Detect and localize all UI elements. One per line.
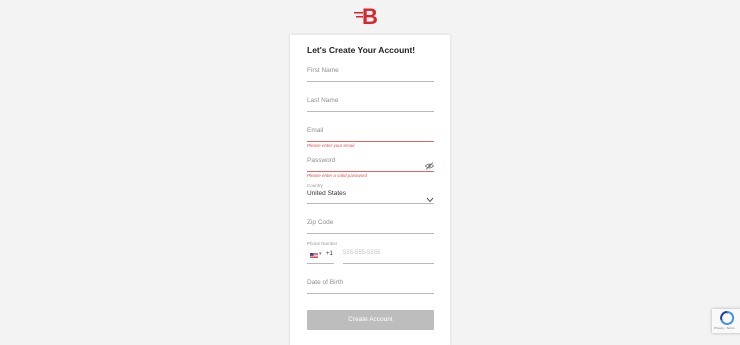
us-flag-icon <box>310 253 318 258</box>
first-name-placeholder: First Name <box>307 67 339 74</box>
phone-placeholder: 555-555-5555 <box>343 250 381 256</box>
zip-code-field[interactable]: Zip Code <box>307 216 434 234</box>
date-of-birth-placeholder: Date of Birth <box>307 279 344 286</box>
dial-code: +1 <box>326 251 333 257</box>
email-error: Please enter your email <box>307 143 355 148</box>
form-title: Let's Create Your Account! <box>307 45 416 55</box>
chevron-down-icon <box>426 190 434 203</box>
first-name-field[interactable]: First Name <box>307 64 434 82</box>
recaptcha-icon <box>720 311 735 325</box>
recaptcha-terms: Privacy - Terms <box>714 326 735 330</box>
phone-number-field[interactable]: 555-555-5555 <box>343 247 434 264</box>
email-field[interactable]: Email <box>307 124 434 142</box>
logo-letter: B <box>362 4 378 27</box>
recaptcha-badge[interactable]: Privacy - Terms <box>712 309 740 333</box>
date-of-birth-field[interactable]: Date of Birth <box>307 276 434 294</box>
signup-card: Let's Create Your Account! First Name La… <box>290 35 450 345</box>
caret-down-icon: ▾ <box>319 251 322 257</box>
country-select[interactable]: United States <box>307 186 434 204</box>
last-name-field[interactable]: Last Name <box>307 94 434 112</box>
password-placeholder: Password <box>307 157 336 164</box>
create-account-button[interactable]: Create Account <box>307 310 434 330</box>
password-field[interactable]: Password <box>307 154 435 172</box>
email-placeholder: Email <box>307 127 324 134</box>
eye-off-icon[interactable] <box>424 157 435 170</box>
country-value: United States <box>307 190 347 197</box>
zip-code-placeholder: Zip Code <box>307 219 334 226</box>
phone-label: Phone Number <box>307 241 338 246</box>
brand-logo: B <box>352 3 388 29</box>
last-name-placeholder: Last Name <box>307 97 339 104</box>
password-error: Please enter a valid password <box>307 173 368 178</box>
phone-country-code-select[interactable]: ▾ +1 <box>307 248 334 264</box>
